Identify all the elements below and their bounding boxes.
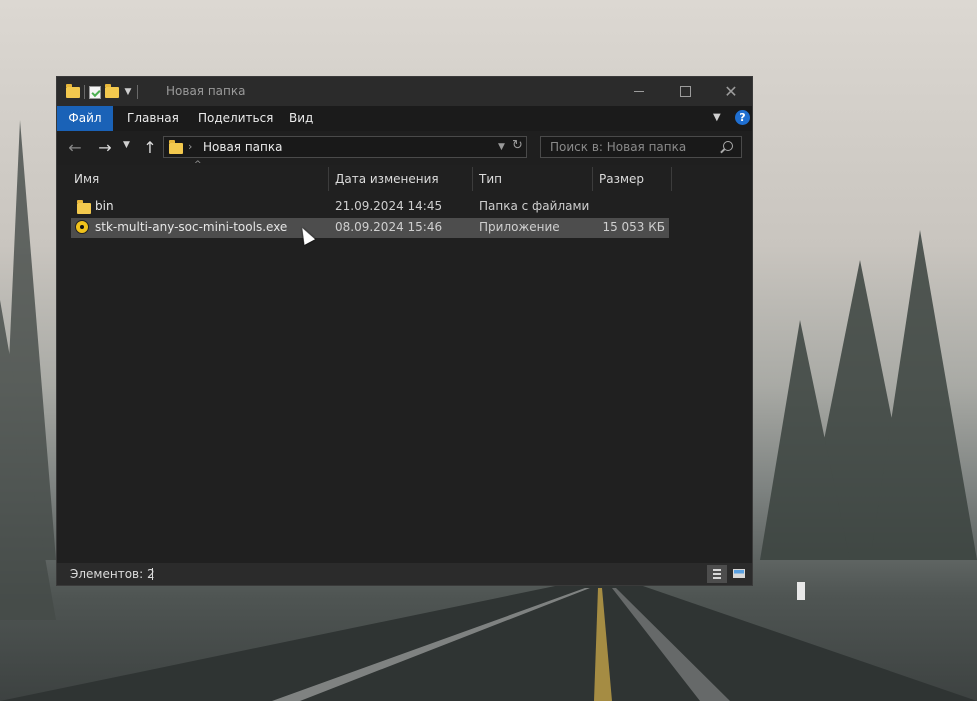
window-title: Новая папка	[166, 84, 246, 98]
item-count: Элементов: 2	[70, 567, 155, 581]
close-button[interactable]: ✕	[708, 77, 754, 106]
help-icon[interactable]: ?	[735, 110, 750, 125]
column-divider[interactable]	[472, 167, 473, 191]
tab-file[interactable]: Файл	[57, 106, 113, 131]
address-bar[interactable]: › Новая папка ▼ ↻	[163, 136, 527, 158]
quick-access-toolbar: ▼	[66, 83, 138, 101]
breadcrumb-chevron-icon[interactable]: ›	[188, 140, 192, 153]
status-bar: Элементов: 2	[57, 563, 752, 585]
new-folder-icon[interactable]	[105, 83, 119, 98]
separator	[137, 85, 138, 99]
file-name[interactable]: stk-multi-any-soc-mini-tools.exe	[95, 220, 287, 234]
radiation-app-icon	[75, 220, 89, 234]
details-view-icon[interactable]	[707, 565, 727, 583]
breadcrumb-current-folder[interactable]: Новая папка	[203, 140, 282, 154]
column-header-size[interactable]: Размер	[599, 167, 644, 191]
back-button[interactable]: ←	[65, 138, 85, 158]
properties-icon[interactable]	[89, 85, 101, 99]
up-button[interactable]: ↑	[140, 138, 160, 158]
minimize-button[interactable]	[616, 77, 662, 106]
tab-view[interactable]: Вид	[289, 106, 313, 131]
tab-home[interactable]: Главная	[127, 106, 179, 131]
file-type: Папка с файлами	[479, 199, 590, 213]
minimize-icon	[634, 91, 644, 92]
sort-ascending-icon: ^	[194, 160, 202, 170]
folder-icon	[77, 200, 91, 214]
separator	[152, 568, 153, 580]
column-header-type[interactable]: Тип	[479, 167, 502, 191]
column-header-name[interactable]: Имя	[74, 167, 99, 191]
tab-share[interactable]: Поделиться	[198, 106, 273, 131]
folder-icon	[169, 140, 183, 154]
maximize-icon	[679, 86, 691, 97]
list-item[interactable]: bin 21.09.2024 14:45 Папка с файлами	[71, 197, 669, 217]
forward-button[interactable]: →	[95, 138, 115, 158]
customize-toolbar-chevron-icon[interactable]: ▼	[123, 87, 133, 97]
folder-icon	[66, 83, 80, 98]
ribbon-tabs: Файл Главная Поделиться Вид ▼ ?	[57, 106, 752, 131]
maximize-button[interactable]	[662, 77, 708, 106]
file-date: 21.09.2024 14:45	[335, 199, 443, 213]
separator	[84, 85, 85, 99]
search-input[interactable]: Поиск в: Новая папка	[550, 140, 686, 154]
search-box[interactable]: Поиск в: Новая папка	[540, 136, 742, 158]
recent-locations-chevron-icon[interactable]: ▼	[123, 140, 130, 150]
search-icon[interactable]	[723, 141, 733, 151]
file-list[interactable]: ^ Имя Дата изменения Тип Размер bin 21.0…	[57, 160, 752, 563]
navigation-bar: ← → ▼ ↑ › Новая папка ▼ ↻ Поиск в: Новая…	[57, 131, 752, 165]
file-explorer-window[interactable]: ▼ Новая папка ✕ Файл Главная Поделиться …	[56, 76, 753, 586]
column-divider[interactable]	[328, 167, 329, 191]
list-item[interactable]: stk-multi-any-soc-mini-tools.exe 08.09.2…	[71, 218, 669, 238]
column-header-date[interactable]: Дата изменения	[335, 167, 439, 191]
column-divider[interactable]	[671, 167, 672, 191]
refresh-icon[interactable]: ↻	[512, 138, 523, 153]
address-history-chevron-icon[interactable]: ▼	[498, 142, 505, 152]
column-divider[interactable]	[592, 167, 593, 191]
file-date: 08.09.2024 15:46	[335, 220, 443, 234]
file-name[interactable]: bin	[95, 199, 114, 213]
file-size: 15 053 КБ	[602, 220, 665, 234]
close-icon: ✕	[724, 81, 738, 101]
large-icons-view-icon[interactable]	[729, 565, 749, 583]
file-type: Приложение	[479, 220, 560, 234]
expand-ribbon-chevron-icon[interactable]: ▼	[713, 112, 721, 123]
title-bar[interactable]: ▼ Новая папка ✕	[57, 77, 752, 106]
